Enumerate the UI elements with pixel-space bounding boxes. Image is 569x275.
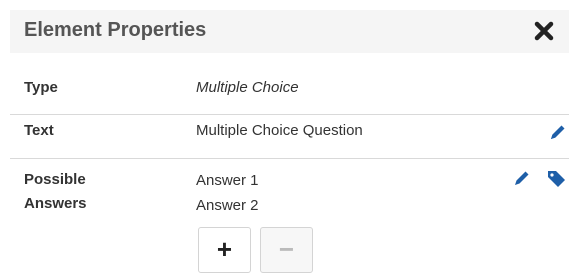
property-row-type: Type Multiple Choice (10, 53, 569, 114)
answers-list: Answer 1 Answer 2 (196, 168, 259, 218)
property-row-text: Text Multiple Choice Question (10, 114, 569, 158)
property-row-answers: Possible Answers Answer 1 Answer 2 + − (10, 158, 569, 275)
tag-icon[interactable] (546, 168, 566, 188)
add-answer-button[interactable]: + (198, 227, 251, 273)
panel-header: Element Properties (10, 10, 569, 53)
answers-label: Possible Answers (24, 171, 87, 212)
answer-item: Answer 1 (196, 172, 259, 189)
type-value: Multiple Choice (196, 79, 299, 96)
panel-title: Element Properties (24, 19, 207, 41)
pencil-icon[interactable] (512, 168, 532, 188)
remove-answer-button[interactable]: − (260, 227, 313, 273)
close-icon[interactable] (533, 20, 555, 42)
text-label: Text (24, 122, 54, 139)
pencil-icon[interactable] (548, 122, 568, 142)
text-value: Multiple Choice Question (196, 122, 363, 139)
answer-item: Answer 2 (196, 197, 259, 214)
element-properties-panel: Element Properties Type Multiple Choice … (0, 0, 569, 275)
type-label: Type (24, 79, 58, 96)
